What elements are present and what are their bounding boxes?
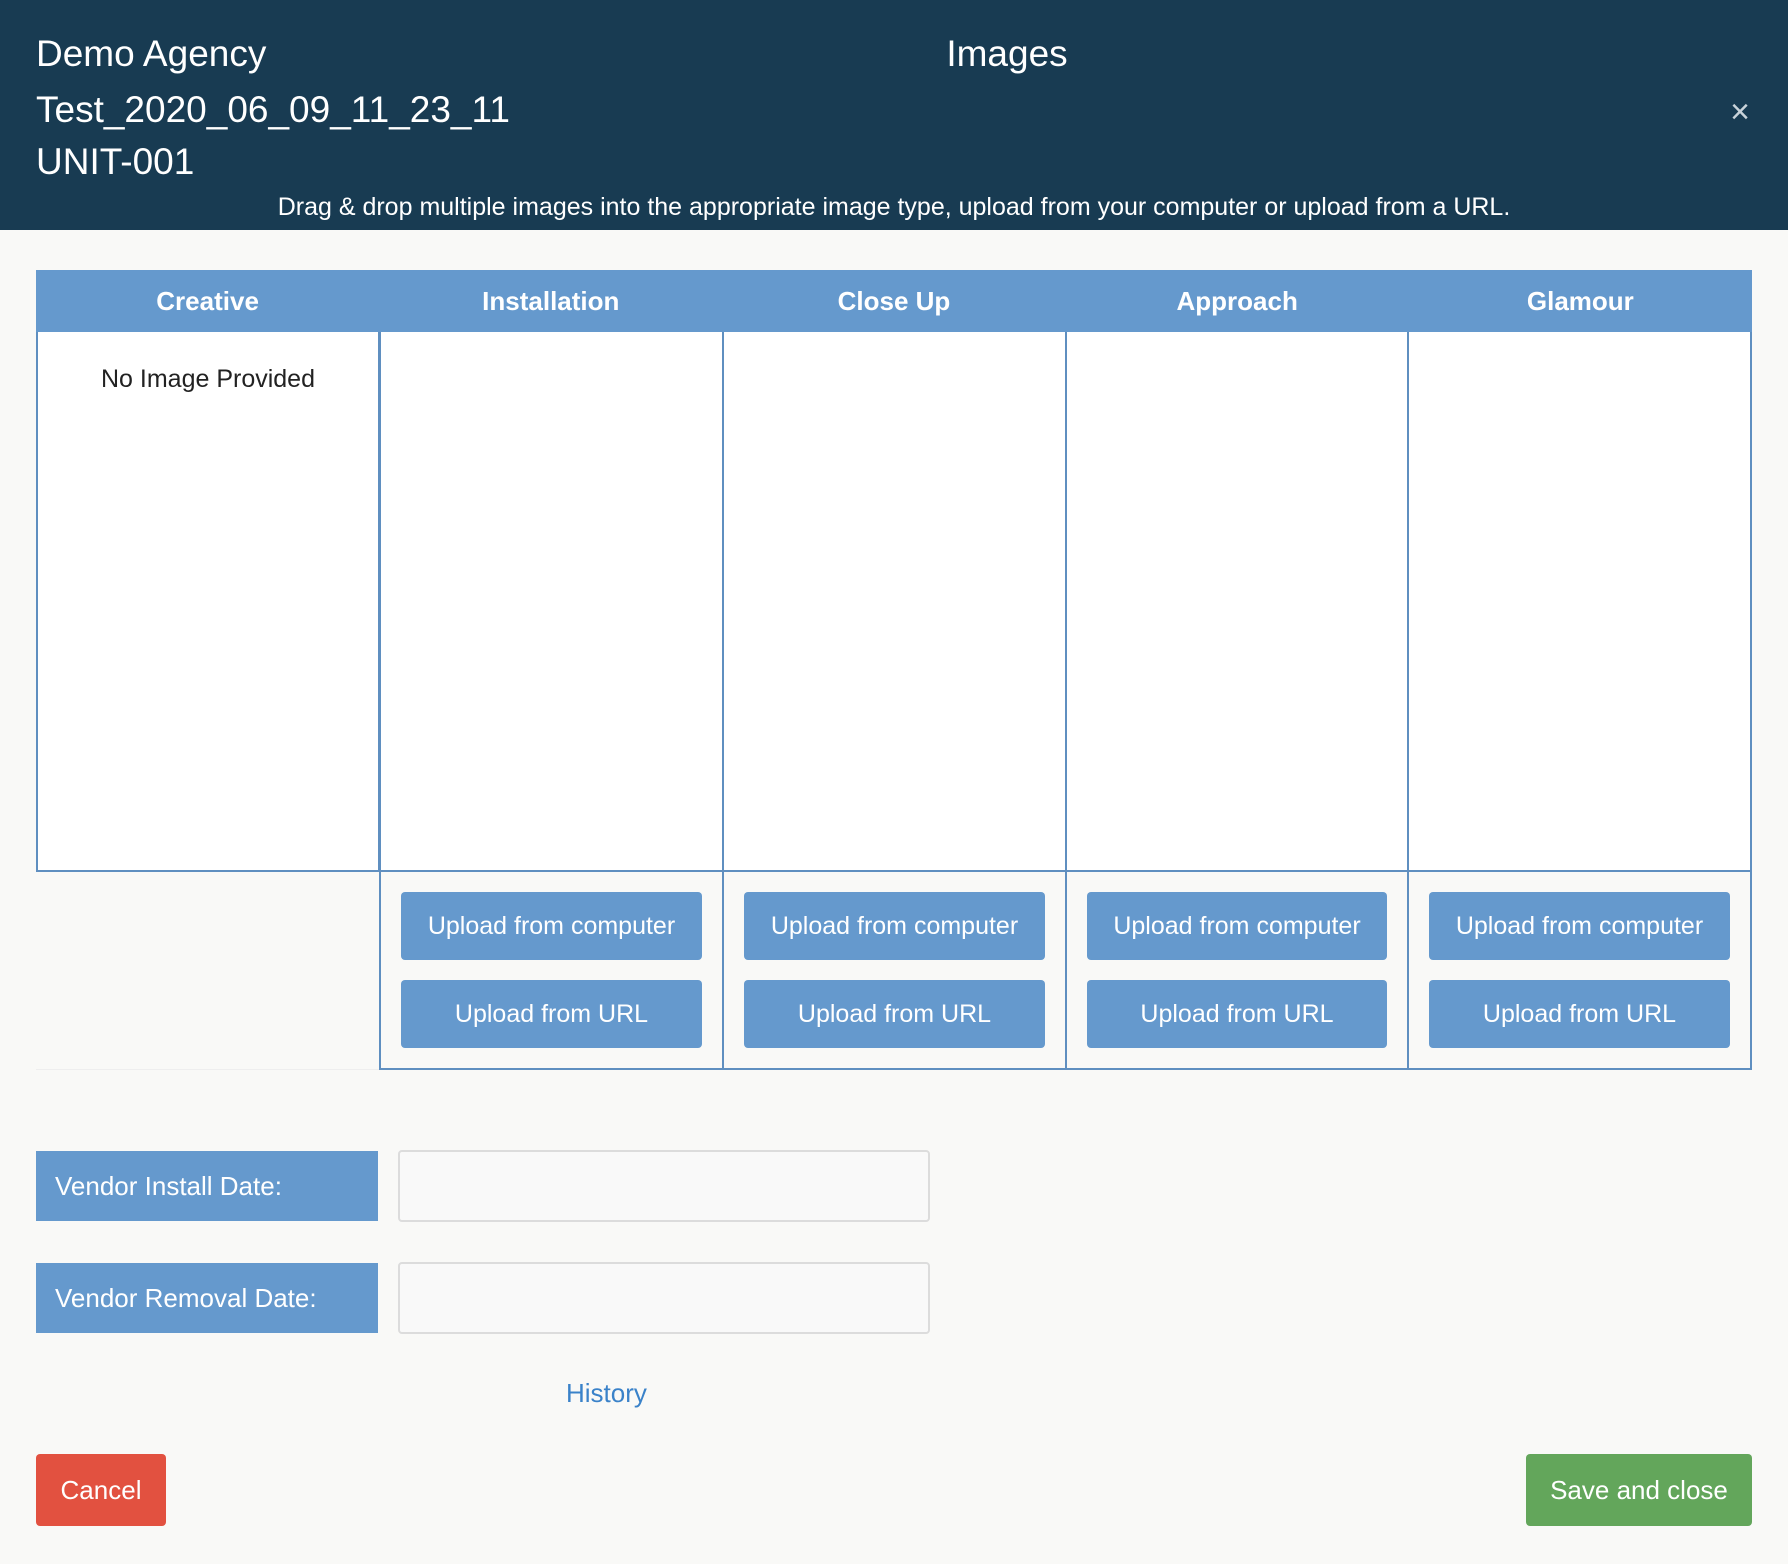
column-header-glamour: Glamour <box>1526 286 1634 316</box>
modal-title: Images <box>946 33 1068 74</box>
installation-drop-zone[interactable] <box>379 332 724 872</box>
instructions-text: Drag & drop multiple images into the app… <box>277 193 1511 221</box>
glamour-upload-cell: Upload from computer Upload from URL <box>1409 872 1752 1070</box>
save-and-close-button[interactable]: Save and close <box>1526 1454 1752 1526</box>
creative-image-area: No Image Provided <box>36 332 380 872</box>
close-up-upload-cell: Upload from computer Upload from URL <box>724 872 1067 1070</box>
installation-upload-cell: Upload from computer Upload from URL <box>379 872 724 1070</box>
vendor-install-date-label: Vendor Install Date: <box>36 1151 378 1221</box>
close-up-drop-zone[interactable] <box>724 332 1067 872</box>
column-header-creative: Creative <box>156 286 259 316</box>
close-icon[interactable]: × <box>1722 94 1758 130</box>
close-up-upload-url-button[interactable]: Upload from URL <box>744 980 1045 1048</box>
modal-header: Demo Agency Test_2020_06_09_11_23_11 UNI… <box>0 0 1788 230</box>
column-header-approach: Approach <box>1176 286 1298 316</box>
column-header-installation: Installation <box>482 286 620 316</box>
vendor-removal-date-input[interactable] <box>398 1262 930 1334</box>
installation-upload-computer-button[interactable]: Upload from computer <box>401 892 702 960</box>
campaign-name: Test_2020_06_09_11_23_11 <box>36 89 510 130</box>
approach-upload-url-button[interactable]: Upload from URL <box>1087 980 1387 1048</box>
vendor-install-date-input[interactable] <box>398 1150 930 1222</box>
image-types-table: Creative Installation Close Up Approach … <box>36 270 1752 1070</box>
unit-id: UNIT-001 <box>36 141 195 182</box>
no-image-text: No Image Provided <box>100 365 315 393</box>
history-link[interactable]: History <box>566 1376 647 1410</box>
glamour-drop-zone[interactable] <box>1409 332 1752 872</box>
images-modal: Demo Agency Test_2020_06_09_11_23_11 UNI… <box>0 0 1788 1564</box>
table-header: Creative Installation Close Up Approach … <box>36 270 1752 332</box>
creative-empty-cell <box>36 872 379 1070</box>
installation-upload-url-button[interactable]: Upload from URL <box>401 980 702 1048</box>
close-up-upload-computer-button[interactable]: Upload from computer <box>744 892 1045 960</box>
cancel-button[interactable]: Cancel <box>36 1454 166 1526</box>
vendor-removal-date-label: Vendor Removal Date: <box>36 1263 378 1333</box>
approach-upload-computer-button[interactable]: Upload from computer <box>1087 892 1387 960</box>
glamour-upload-url-button[interactable]: Upload from URL <box>1429 980 1730 1048</box>
column-header-close-up: Close Up <box>837 286 951 316</box>
glamour-upload-computer-button[interactable]: Upload from computer <box>1429 892 1730 960</box>
approach-drop-zone[interactable] <box>1067 332 1409 872</box>
approach-upload-cell: Upload from computer Upload from URL <box>1067 872 1409 1070</box>
